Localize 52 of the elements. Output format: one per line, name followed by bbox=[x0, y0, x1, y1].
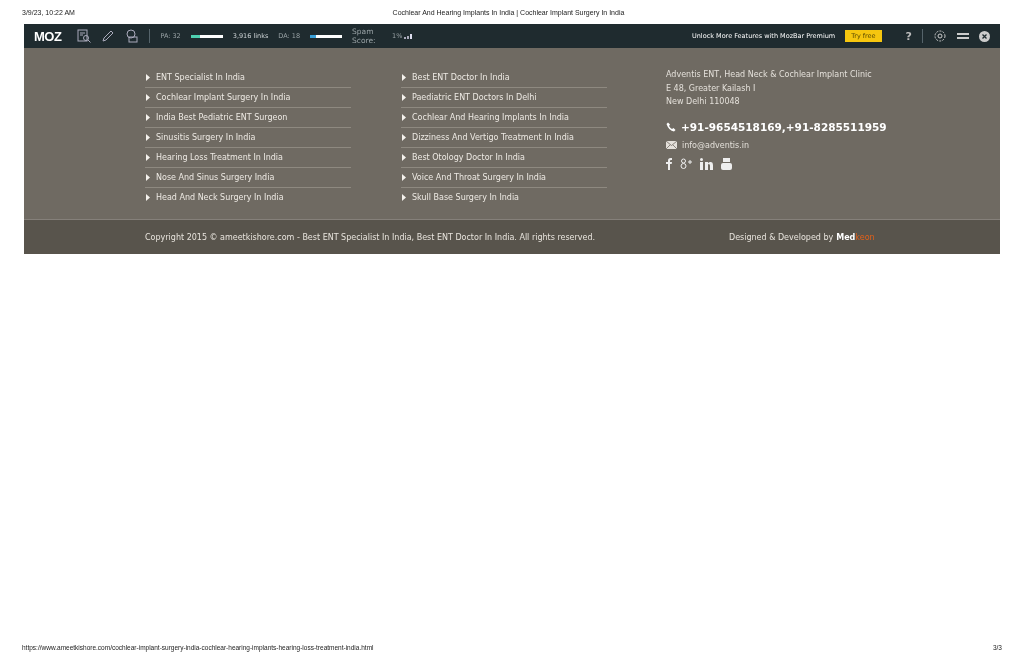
quick-link[interactable]: ENT Specialist In India bbox=[145, 68, 351, 88]
quick-link[interactable]: India Best Pediatric ENT Surgeon bbox=[145, 108, 351, 128]
quick-link[interactable]: Skull Base Surgery In India bbox=[401, 188, 607, 207]
menu-icon[interactable] bbox=[957, 32, 969, 40]
quick-link[interactable]: Sinusitis Surgery In India bbox=[145, 128, 351, 148]
envelope-icon bbox=[666, 141, 677, 149]
quick-link[interactable]: Paediatric ENT Doctors In Delhi bbox=[401, 88, 607, 108]
triangle-icon bbox=[402, 114, 406, 121]
address-line: New Delhi 110048 bbox=[666, 97, 741, 108]
quick-link[interactable]: Dizziness And Vertigo Treatment In India bbox=[401, 128, 607, 148]
da-meter bbox=[310, 34, 343, 38]
google-plus-icon[interactable] bbox=[680, 158, 692, 169]
triangle-icon bbox=[146, 154, 150, 161]
brand-name-start[interactable]: Med bbox=[836, 232, 856, 242]
triangle-icon bbox=[402, 74, 406, 81]
quick-link[interactable]: Cochlear Implant Surgery In India bbox=[145, 88, 351, 108]
address-line: Adventis ENT, Head Neck & Cochlear Implant Clinic bbox=[666, 70, 873, 81]
moz-logo: MOZ bbox=[34, 28, 62, 44]
triangle-icon bbox=[402, 94, 406, 101]
triangle-icon bbox=[146, 134, 150, 141]
quick-link[interactable]: Nose And Sinus Surgery India bbox=[145, 168, 351, 188]
triangle-icon bbox=[402, 134, 406, 141]
keyword-icon[interactable] bbox=[125, 29, 140, 43]
quick-link[interactable]: Head And Neck Surgery In India bbox=[145, 188, 351, 207]
pa-meter bbox=[190, 34, 223, 38]
quick-link[interactable]: Best Otology Doctor In India bbox=[401, 148, 607, 168]
page-analysis-icon[interactable] bbox=[77, 29, 92, 43]
email-link[interactable]: info@adventis.in bbox=[682, 140, 750, 150]
copyright-text: Copyright 2015 © ameetkishore.com - Best ENT Specialist In India, Best ENT Doctor In India. All rights reserved. bbox=[145, 232, 597, 242]
linkedin-icon[interactable] bbox=[700, 157, 713, 170]
pencil-icon[interactable] bbox=[101, 29, 116, 43]
triangle-icon bbox=[146, 74, 150, 81]
triangle-icon bbox=[402, 174, 406, 181]
facebook-icon[interactable] bbox=[666, 157, 672, 170]
phone-number: +91-9654518169,+91-8285511959 bbox=[681, 120, 887, 133]
triangle-icon bbox=[146, 114, 150, 121]
quick-link[interactable]: Hearing Loss Treatment In India bbox=[145, 148, 351, 168]
help-button[interactable]: ? bbox=[905, 29, 912, 43]
triangle-icon bbox=[146, 194, 150, 201]
triangle-icon bbox=[146, 94, 150, 101]
signal-icon bbox=[404, 33, 415, 39]
close-icon[interactable] bbox=[979, 30, 990, 42]
quick-link[interactable]: Cochlear And Hearing Implants In India bbox=[401, 108, 607, 128]
triangle-icon bbox=[402, 194, 406, 201]
credit-text: Designed & Developed by bbox=[729, 232, 834, 242]
quick-link[interactable]: Voice And Throat Surgery In India bbox=[401, 168, 607, 188]
settings-icon[interactable] bbox=[933, 29, 947, 43]
triangle-icon bbox=[146, 174, 150, 181]
address-line: E 48, Greater Kailash I bbox=[666, 83, 757, 95]
phone-icon bbox=[666, 121, 676, 132]
quick-link[interactable]: Best ENT Doctor In India bbox=[401, 68, 607, 88]
triangle-icon bbox=[402, 154, 406, 161]
